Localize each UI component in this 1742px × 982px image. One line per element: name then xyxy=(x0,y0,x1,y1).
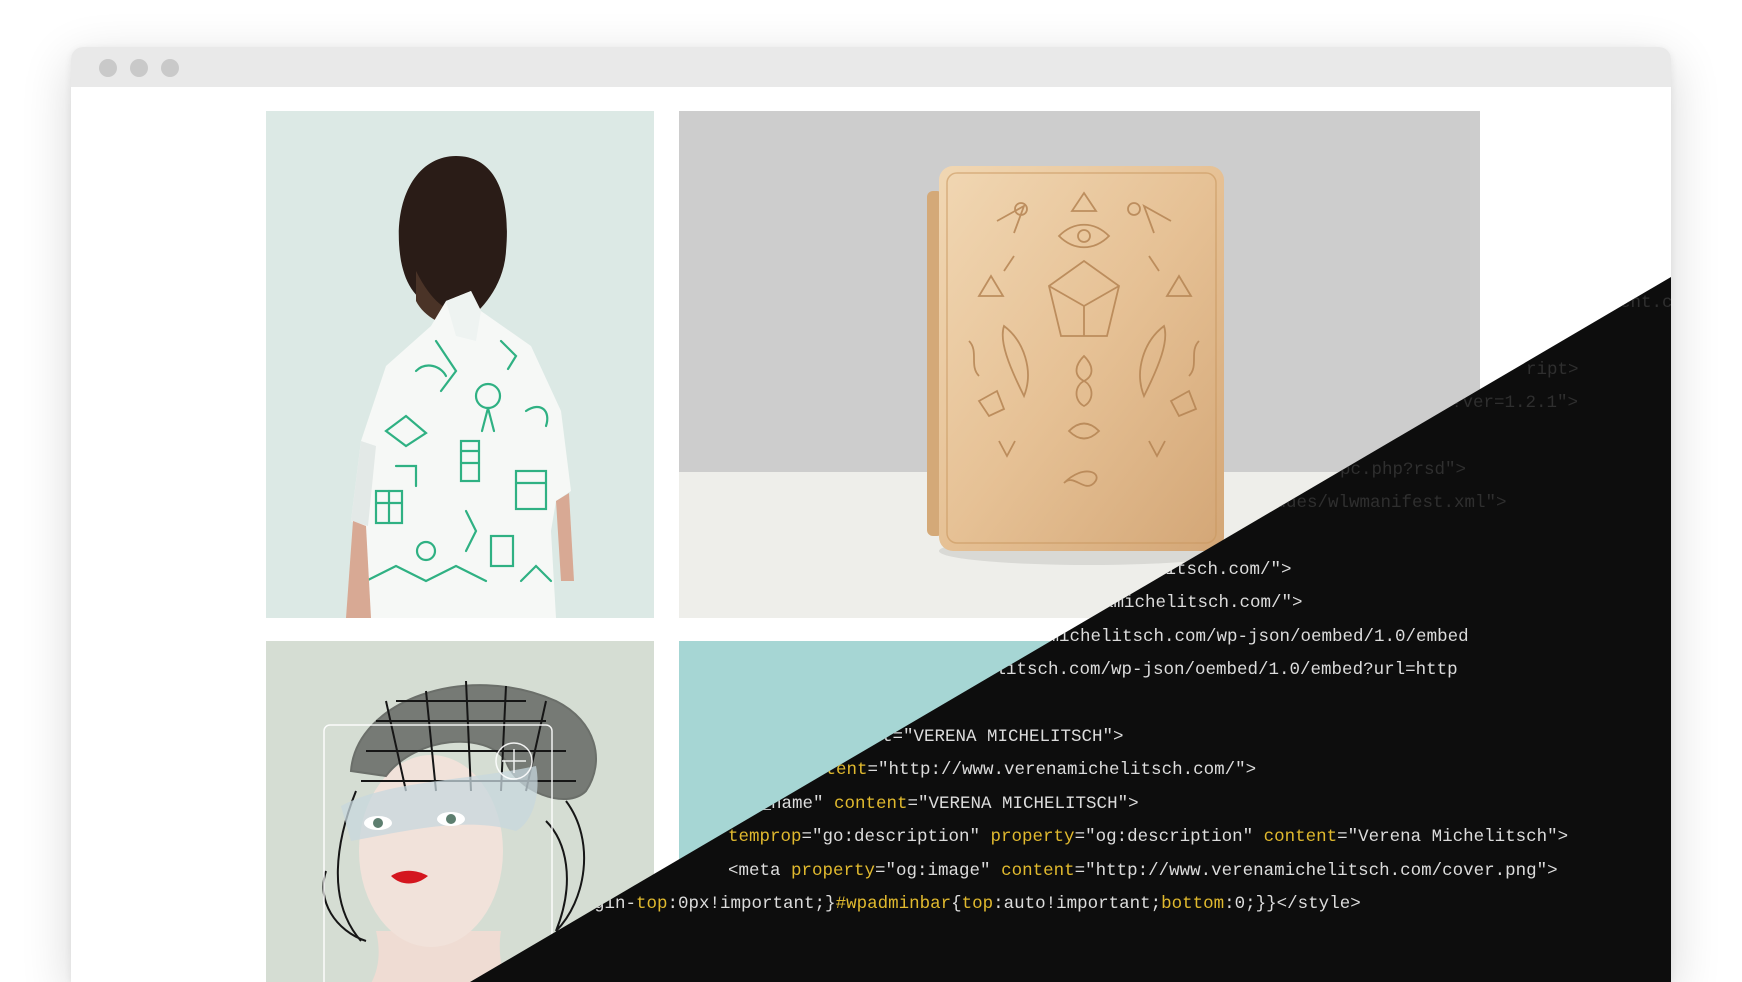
window-titlebar xyxy=(71,47,1671,87)
close-button[interactable] xyxy=(99,59,117,77)
zoom-button[interactable] xyxy=(161,59,179,77)
shirt-photo-image xyxy=(266,111,654,618)
minimize-button[interactable] xyxy=(130,59,148,77)
photo-shirt[interactable] xyxy=(266,111,654,618)
